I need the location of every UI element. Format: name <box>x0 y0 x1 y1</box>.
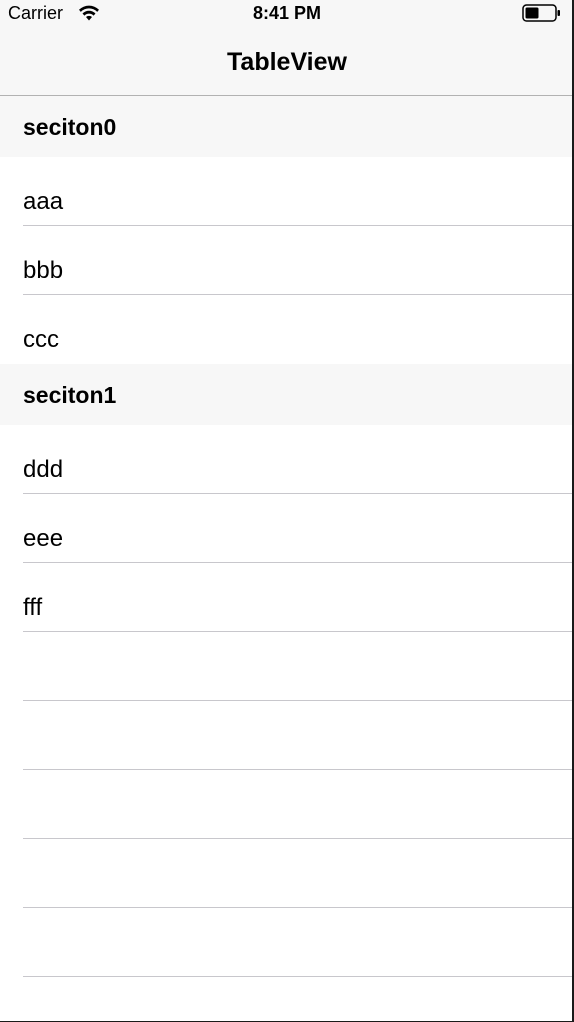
table-row[interactable]: aaa <box>0 157 574 226</box>
section-header-0: seciton0 <box>0 96 574 157</box>
navigation-bar: TableView <box>0 28 574 96</box>
section-header-1: seciton1 <box>0 364 574 425</box>
row-label: eee <box>23 525 64 552</box>
table-row[interactable]: ddd <box>0 425 574 494</box>
empty-row <box>0 701 574 770</box>
row-label: fff <box>23 594 43 621</box>
status-time: 8:41 PM <box>252 3 322 23</box>
empty-row <box>0 908 574 977</box>
table-row[interactable]: bbb <box>0 226 574 295</box>
empty-row <box>0 839 574 908</box>
row-label: bbb <box>23 257 64 284</box>
battery-icon <box>522 4 562 22</box>
row-separator <box>23 976 574 977</box>
status-bar: Carrier 8:41 PM <box>0 0 574 28</box>
table-row[interactable]: ccc <box>0 295 574 364</box>
section-header-label: seciton1 <box>23 382 117 408</box>
empty-row <box>0 770 574 839</box>
row-label: aaa <box>23 188 64 215</box>
table-row[interactable]: fff <box>0 563 574 632</box>
table-view[interactable]: seciton0 aaa bbb ccc seciton1 ddd eee ff… <box>0 96 574 977</box>
row-label: ddd <box>23 456 64 483</box>
table-row[interactable]: eee <box>0 494 574 563</box>
row-label: ccc <box>23 326 59 353</box>
page-title: TableView <box>227 48 347 76</box>
section-header-label: seciton0 <box>23 114 117 140</box>
empty-row <box>0 632 574 701</box>
